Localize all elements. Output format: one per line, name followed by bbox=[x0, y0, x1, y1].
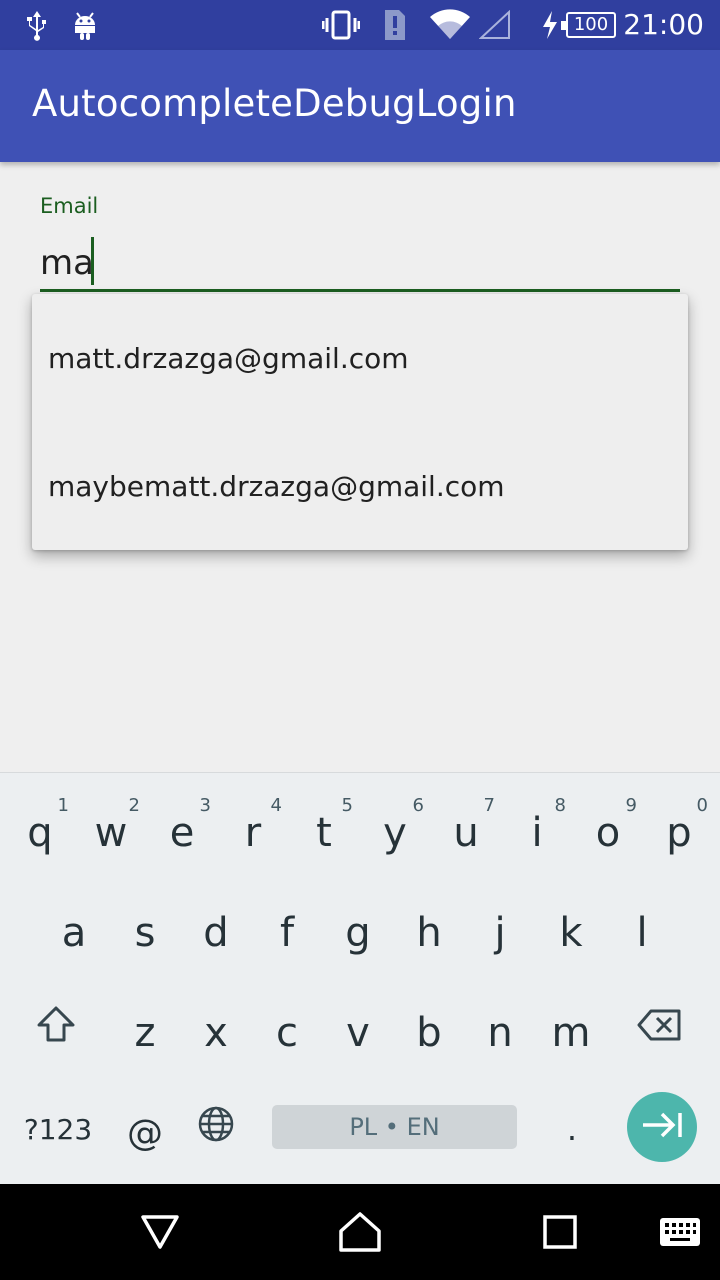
next-key[interactable] bbox=[627, 1092, 697, 1162]
keyboard-icon bbox=[659, 1217, 701, 1251]
key-s[interactable]: s bbox=[110, 879, 180, 979]
period-key[interactable]: . bbox=[537, 1079, 607, 1179]
recents-square-icon bbox=[543, 1215, 577, 1253]
navigation-bar bbox=[0, 1184, 720, 1280]
key-t[interactable]: 5t bbox=[289, 779, 359, 879]
shift-key[interactable] bbox=[21, 979, 91, 1079]
home-icon bbox=[338, 1211, 382, 1257]
status-bar: 100 21:00 bbox=[0, 0, 720, 50]
key-u[interactable]: 7u bbox=[431, 779, 501, 879]
keyboard-switch-button[interactable] bbox=[650, 1204, 710, 1264]
key-b[interactable]: b bbox=[394, 979, 464, 1079]
space-bar[interactable]: PL • EN bbox=[272, 1105, 517, 1149]
key-r[interactable]: 4r bbox=[218, 779, 288, 879]
back-triangle-icon bbox=[140, 1214, 180, 1254]
key-e[interactable]: 3e bbox=[147, 779, 217, 879]
key-i[interactable]: 8i bbox=[502, 779, 572, 879]
key-g[interactable]: g bbox=[323, 879, 393, 979]
clock: 21:00 bbox=[623, 8, 704, 41]
email-field[interactable] bbox=[40, 236, 680, 292]
key-w[interactable]: 2w bbox=[76, 779, 146, 879]
at-key[interactable]: @ bbox=[110, 1083, 180, 1183]
key-q[interactable]: 1q bbox=[5, 779, 75, 879]
language-key[interactable] bbox=[181, 1079, 251, 1179]
key-o[interactable]: 9o bbox=[573, 779, 643, 879]
key-k[interactable]: k bbox=[536, 879, 606, 979]
key-p[interactable]: 0p bbox=[644, 779, 714, 879]
email-label: Email bbox=[40, 194, 99, 218]
vibrate-icon bbox=[322, 8, 360, 42]
key-a[interactable]: a bbox=[39, 879, 109, 979]
key-y[interactable]: 6y bbox=[360, 779, 430, 879]
android-debug-icon bbox=[70, 8, 100, 42]
app-bar: AutocompleteDebugLogin bbox=[0, 50, 720, 162]
shift-icon bbox=[36, 1005, 76, 1053]
backspace-key[interactable] bbox=[625, 979, 695, 1079]
sim-alert-icon bbox=[380, 8, 408, 42]
autocomplete-dropdown: matt.drzazga@gmail.com maybematt.drzazga… bbox=[32, 294, 688, 550]
key-m[interactable]: m bbox=[536, 979, 606, 1079]
backspace-icon bbox=[637, 1006, 683, 1052]
key-h[interactable]: h bbox=[394, 879, 464, 979]
globe-icon bbox=[197, 1105, 235, 1153]
app-title: AutocompleteDebugLogin bbox=[32, 82, 517, 125]
soft-keyboard: 1q 2w 3e 4r 5t 6y 7u 8i 9o 0p a s d f g … bbox=[0, 772, 720, 1184]
key-f[interactable]: f bbox=[252, 879, 322, 979]
key-d[interactable]: d bbox=[181, 879, 251, 979]
key-c[interactable]: c bbox=[252, 979, 322, 1079]
cell-signal-icon bbox=[478, 8, 512, 42]
key-j[interactable]: j bbox=[465, 879, 535, 979]
wifi-icon bbox=[428, 8, 472, 42]
key-x[interactable]: x bbox=[181, 979, 251, 1079]
home-button[interactable] bbox=[330, 1204, 390, 1264]
charging-icon bbox=[540, 8, 560, 42]
key-z[interactable]: z bbox=[110, 979, 180, 1079]
suggestion-item[interactable]: maybematt.drzazga@gmail.com bbox=[32, 422, 688, 550]
key-l[interactable]: l bbox=[607, 879, 677, 979]
back-button[interactable] bbox=[130, 1204, 190, 1264]
suggestion-item[interactable]: matt.drzazga@gmail.com bbox=[32, 294, 688, 422]
text-cursor bbox=[91, 237, 94, 285]
key-n[interactable]: n bbox=[465, 979, 535, 1079]
usb-icon bbox=[22, 8, 52, 42]
recents-button[interactable] bbox=[530, 1204, 590, 1264]
key-v[interactable]: v bbox=[323, 979, 393, 1079]
symbols-key[interactable]: ?123 bbox=[18, 1079, 98, 1179]
battery-icon: 100 bbox=[561, 12, 616, 38]
tab-next-icon bbox=[640, 1111, 684, 1143]
